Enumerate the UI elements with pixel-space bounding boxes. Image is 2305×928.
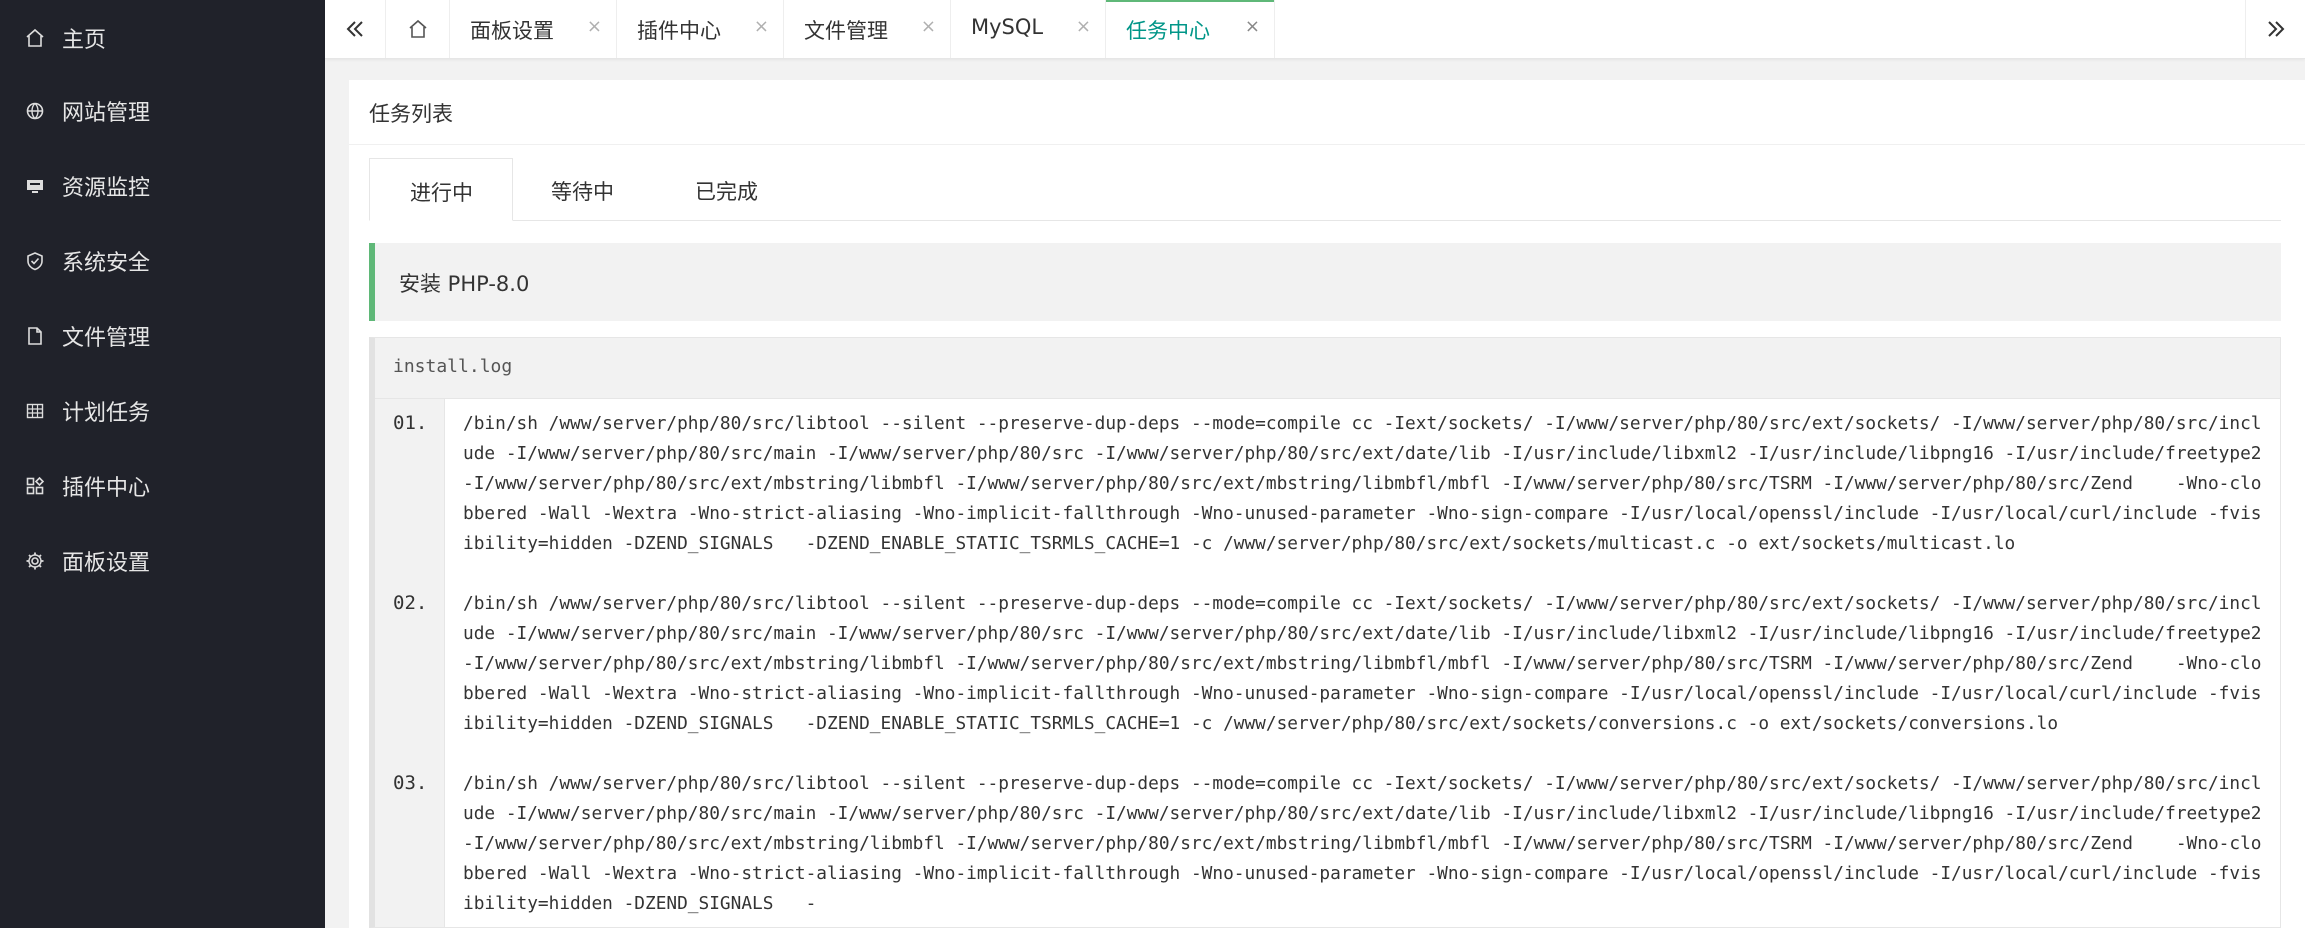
sidebar-item-plugins[interactable]: 插件中心 (0, 448, 325, 523)
globe-icon (26, 102, 44, 119)
tab-label: 任务中心 (1126, 19, 1210, 43)
subtab-label: 等待中 (551, 180, 614, 204)
tab-close-icon[interactable]: × (1076, 16, 1091, 37)
task-title: 安装 PHP-8.0 (399, 272, 530, 296)
tab-label: MySQL (971, 15, 1044, 39)
card-title: 任务列表 (369, 102, 453, 126)
subtab-label: 已完成 (695, 180, 758, 204)
double-chevron-right-icon (2268, 21, 2285, 37)
tabs-scroll-right-button[interactable] (2245, 0, 2305, 58)
sidebar-item-label: 计划任务 (62, 400, 151, 426)
tabs-scroll-left-button[interactable] (325, 0, 386, 58)
tab-panel-settings[interactable]: 面板设置 × (450, 0, 617, 58)
tab-close-icon[interactable]: × (921, 16, 936, 37)
sidebar-item-monitor[interactable]: 资源监控 (0, 148, 325, 223)
log-line: /bin/sh /www/server/php/80/src/libtool -… (463, 773, 2273, 914)
sidebar-item-label: 面板设置 (62, 550, 151, 576)
sidebar-item-cron[interactable]: 计划任务 (0, 373, 325, 448)
tab-label: 文件管理 (804, 19, 888, 43)
sidebar-item-label: 主页 (62, 27, 107, 53)
tab-in-progress[interactable]: 进行中 (369, 158, 513, 221)
sidebar: 主页 网站管理 资源监控 系统安全 文件管理 计划任务 插件中心 面板设置 (0, 0, 325, 928)
tab-label: 面板设置 (470, 19, 554, 43)
shield-icon (27, 251, 43, 270)
tab-close-icon[interactable]: × (587, 16, 602, 37)
gear-icon (26, 552, 44, 569)
calendar-grid-icon (26, 403, 44, 418)
log-body: 01. /bin/sh /www/server/php/80/src/libto… (375, 399, 2280, 927)
log-header: install.log (375, 338, 2280, 399)
sidebar-item-label: 网站管理 (62, 100, 151, 126)
subtab-label: 进行中 (410, 181, 473, 205)
sidebar-item-home[interactable]: 主页 (0, 0, 325, 75)
file-icon (28, 326, 42, 345)
sidebar-item-websites[interactable]: 网站管理 (0, 73, 325, 148)
sidebar-item-label: 插件中心 (62, 475, 151, 501)
tab-waiting[interactable]: 等待中 (513, 158, 657, 220)
sidebar-item-label: 资源监控 (62, 175, 151, 201)
tab-task-center[interactable]: 任务中心 × (1106, 0, 1275, 58)
sidebar-item-settings[interactable]: 面板设置 (0, 523, 325, 598)
tab-home[interactable] (386, 0, 450, 58)
card-header: 任务列表 (349, 80, 2305, 145)
line-number: 01. (393, 412, 428, 434)
log-line: /bin/sh /www/server/php/80/src/libtool -… (463, 593, 2273, 734)
log-line: /bin/sh /www/server/php/80/src/libtool -… (463, 413, 2273, 554)
home-icon (408, 19, 427, 38)
tab-close-icon[interactable]: × (1245, 16, 1260, 37)
sidebar-item-security[interactable]: 系统安全 (0, 223, 325, 298)
sidebar-item-label: 系统安全 (62, 250, 151, 276)
line-number-gutter (375, 399, 445, 927)
line-number: 03. (393, 772, 428, 794)
plugins-icon (26, 476, 45, 494)
sidebar-item-label: 文件管理 (62, 325, 151, 351)
task-title-block: 安装 PHP-8.0 (369, 243, 2281, 321)
tab-completed[interactable]: 已完成 (657, 158, 801, 220)
tab-label: 插件中心 (637, 19, 721, 43)
tab-plugin-center[interactable]: 插件中心 × (617, 0, 784, 58)
task-status-tabs: 进行中 等待中 已完成 (369, 158, 2281, 221)
monitor-icon (27, 179, 43, 193)
double-chevron-left-icon (346, 21, 363, 37)
line-number: 02. (393, 592, 428, 614)
tab-file-manager[interactable]: 文件管理 × (784, 0, 951, 58)
sidebar-item-files[interactable]: 文件管理 (0, 298, 325, 373)
log-filename: install.log (393, 356, 513, 377)
log-viewer[interactable]: install.log 01. /bin/sh /www/server/php/… (369, 337, 2281, 928)
tab-mysql[interactable]: MySQL × (951, 0, 1106, 58)
top-tab-bar: 面板设置 × 插件中心 × 文件管理 × MySQL × 任务中心 × (325, 0, 2305, 59)
tab-close-icon[interactable]: × (754, 16, 769, 37)
home-icon (26, 28, 44, 47)
